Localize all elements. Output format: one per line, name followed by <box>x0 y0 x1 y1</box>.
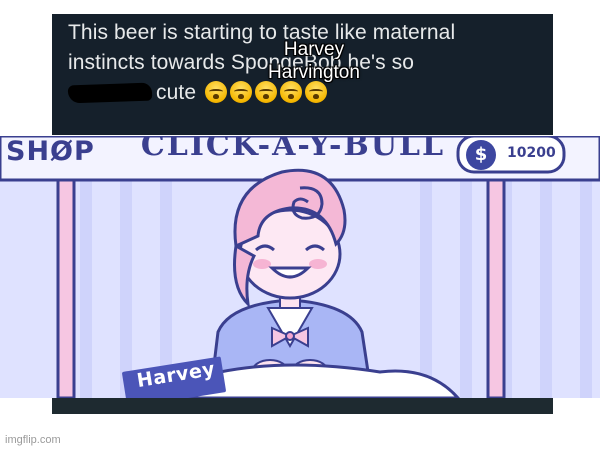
coin-icon: $ <box>466 140 496 170</box>
cartoon-scene: SHØP CLICK-A-Y-BULL $ 10200 Harvey <box>0 136 600 398</box>
loudly-crying-face-icon <box>205 81 228 103</box>
caption-line-1: Harvey <box>283 39 345 60</box>
right-pole <box>486 178 506 398</box>
loudly-crying-face-icon <box>280 81 303 103</box>
tweet-word-cute: cute <box>156 81 197 104</box>
scene-artwork <box>0 136 600 398</box>
coin-count: 10200 <box>507 145 556 161</box>
loudly-crying-face-icon <box>305 81 328 103</box>
bottom-bar <box>52 398 553 414</box>
loudly-crying-face-icon <box>230 81 253 103</box>
censor-scribble <box>67 82 153 104</box>
loudly-crying-face-icon <box>255 81 278 103</box>
shop-label: SHØP <box>6 136 95 167</box>
meme-caption: Harvey Harvington <box>262 38 366 84</box>
banner-text: CLICK-A-Y-BULL <box>140 136 446 163</box>
watermark: imgflip.com <box>5 434 61 446</box>
left-pole <box>56 178 76 398</box>
caption-line-2: Harvington <box>268 62 360 83</box>
